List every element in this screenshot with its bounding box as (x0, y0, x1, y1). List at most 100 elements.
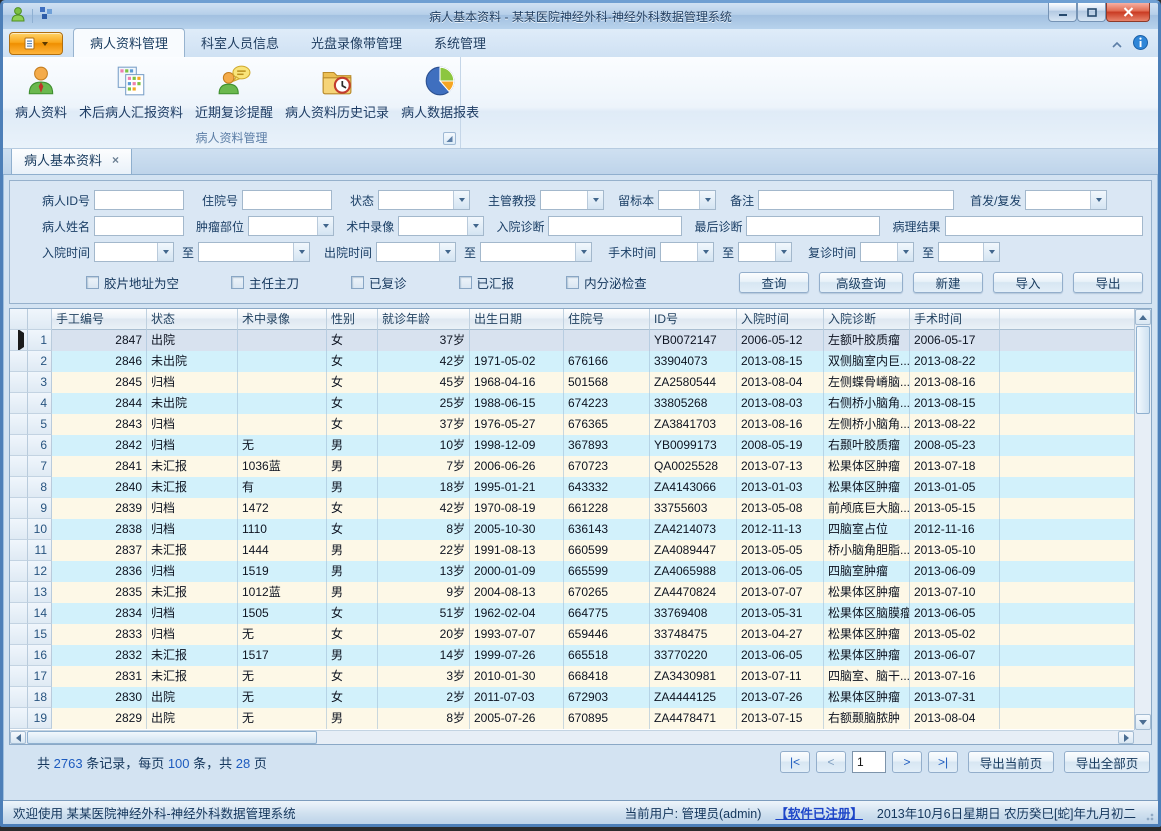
tab-department-staff[interactable]: 科室人员信息 (185, 29, 295, 57)
column-header[interactable]: 出生日期 (470, 309, 564, 330)
table-row[interactable]: 132835未汇报1012蓝男9岁2004-08-13670265ZA44708… (10, 582, 1134, 603)
followup-time-from-select[interactable] (860, 242, 914, 262)
grid-cell: 2013-08-04 (737, 372, 824, 393)
table-row[interactable]: 152833归档无女20岁1993-07-0765944633748475201… (10, 624, 1134, 645)
grid-cell: 2006-06-26 (470, 456, 564, 477)
admission-time-from-select[interactable] (94, 242, 174, 262)
checkbox-chief-surgeon[interactable]: 主任主刀 (231, 273, 299, 292)
final-dx-input[interactable] (746, 216, 880, 236)
close-button[interactable] (1106, 3, 1150, 22)
current-page-input[interactable] (852, 751, 886, 773)
column-header[interactable]: 入院诊断 (824, 309, 910, 330)
status-select[interactable] (378, 190, 470, 210)
tab-system-management[interactable]: 系统管理 (418, 29, 502, 57)
resize-grip[interactable] (1144, 811, 1154, 821)
next-page-button[interactable]: > (892, 751, 922, 773)
tab-disc-video-management[interactable]: 光盘录像带管理 (295, 29, 418, 57)
new-button[interactable]: 新建 (913, 272, 983, 293)
table-row[interactable]: 82840未汇报有男18岁1995-01-21643332ZA414306620… (10, 477, 1134, 498)
checkbox-endocrine-exam[interactable]: 内分泌检查 (566, 273, 647, 292)
table-row[interactable]: 162832未汇报1517男14岁1999-07-266655183377022… (10, 645, 1134, 666)
table-row[interactable]: 182830出院无女2岁2011-07-03672903ZA4444125201… (10, 687, 1134, 708)
grid-cell: 2010-01-30 (470, 666, 564, 687)
scroll-up-icon[interactable] (1135, 309, 1151, 325)
advanced-query-button[interactable]: 高级查询 (819, 272, 903, 293)
checkbox-followed-up[interactable]: 已复诊 (351, 273, 407, 292)
table-row[interactable]: 22846未出院女42岁1971-05-02676166339040732013… (10, 351, 1134, 372)
tab-patient-data-management[interactable]: 病人资料管理 (73, 28, 185, 57)
table-row[interactable]: 172831未汇报无女3岁2010-01-30668418ZA343098120… (10, 666, 1134, 687)
recent-followup-reminder-button[interactable]: 近期复诊提醒 (189, 61, 279, 123)
table-row[interactable]: 192829出院无男8岁2005-07-26670895ZA4478471201… (10, 708, 1134, 729)
patient-data-button[interactable]: 病人资料 (9, 61, 73, 123)
table-row[interactable]: 142834归档1505女51岁1962-02-0466477533769408… (10, 603, 1134, 624)
column-header[interactable]: 手术时间 (910, 309, 1000, 330)
registered-link[interactable]: 【软件已注册】 (775, 803, 863, 822)
postop-report-data-button[interactable]: 术后病人汇报资料 (73, 61, 189, 123)
column-header[interactable]: 术中录像 (238, 309, 327, 330)
column-header[interactable]: 入院时间 (737, 309, 824, 330)
horizontal-scrollbar[interactable] (10, 730, 1134, 744)
pathology-input[interactable] (945, 216, 1143, 236)
grid-cell: 51岁 (378, 603, 470, 624)
maximize-button[interactable] (1077, 3, 1106, 22)
remark-input[interactable] (758, 190, 954, 210)
column-header[interactable]: 性别 (327, 309, 378, 330)
prev-page-button[interactable]: < (816, 751, 846, 773)
scroll-down-icon[interactable] (1135, 714, 1151, 730)
discharge-time-to-select[interactable] (480, 242, 592, 262)
table-row[interactable]: 12847出院女37岁YB00721472006-05-12左额叶胶质瘤2006… (10, 330, 1134, 351)
tab-patient-basic-info[interactable]: 病人基本资料 × (11, 145, 132, 174)
scroll-right-icon[interactable] (1118, 731, 1134, 744)
export-current-page-button[interactable]: 导出当前页 (968, 751, 1054, 773)
professor-select[interactable] (540, 190, 604, 210)
query-button[interactable]: 查询 (739, 272, 809, 293)
checkbox-film-address-empty[interactable]: 胶片地址为空 (86, 273, 179, 292)
table-row[interactable]: 32845归档女45岁1968-04-16501568ZA25805442013… (10, 372, 1134, 393)
column-header[interactable]: 住院号 (564, 309, 650, 330)
checkbox-reported[interactable]: 已汇报 (459, 273, 515, 292)
tumor-site-select[interactable] (248, 216, 334, 236)
info-icon[interactable] (1133, 35, 1148, 55)
application-menu-button[interactable] (9, 32, 63, 55)
first-page-button[interactable]: |< (780, 751, 810, 773)
tab-close-icon[interactable]: × (112, 153, 119, 167)
export-button[interactable]: 导出 (1073, 272, 1143, 293)
table-row[interactable]: 102838归档1110女8岁2005-10-30636143ZA4214073… (10, 519, 1134, 540)
intraop-video-select[interactable] (398, 216, 484, 236)
inpatient-no-input[interactable] (242, 190, 332, 210)
last-page-button[interactable]: >| (928, 751, 958, 773)
table-row[interactable]: 72841未汇报1036蓝男7岁2006-06-26670723QA002552… (10, 456, 1134, 477)
table-row[interactable]: 92839归档1472女42岁1970-08-19661228337556032… (10, 498, 1134, 519)
import-button[interactable]: 导入 (993, 272, 1063, 293)
first-recur-select[interactable] (1025, 190, 1107, 210)
ribbon-collapse-icon[interactable] (1111, 36, 1123, 54)
vertical-scrollbar[interactable] (1134, 309, 1151, 730)
column-header[interactable]: 手工编号 (52, 309, 147, 330)
patient-data-history-button[interactable]: 病人资料历史记录 (279, 61, 395, 123)
dialog-launcher-icon[interactable]: ◢ (443, 132, 456, 145)
followup-time-to-select[interactable] (938, 242, 1000, 262)
table-row[interactable]: 52843归档女37岁1976-05-27676365ZA38417032013… (10, 414, 1134, 435)
minimize-button[interactable] (1048, 3, 1077, 22)
discharge-time-from-select[interactable] (376, 242, 456, 262)
admission-dx-input[interactable] (548, 216, 682, 236)
hscroll-thumb[interactable] (27, 731, 317, 744)
surgery-time-from-select[interactable] (660, 242, 714, 262)
patient-name-input[interactable] (94, 216, 184, 236)
column-header[interactable]: ID号 (650, 309, 737, 330)
table-row[interactable]: 42844未出院女25岁1988-06-15674223338052682013… (10, 393, 1134, 414)
surgery-time-to-select[interactable] (738, 242, 792, 262)
scroll-left-icon[interactable] (10, 731, 26, 744)
specimen-select[interactable] (658, 190, 716, 210)
patient-data-report-button[interactable]: 病人数据报表 (395, 61, 485, 123)
column-header[interactable]: 状态 (147, 309, 238, 330)
table-row[interactable]: 122836归档1519男13岁2000-01-09665599ZA406598… (10, 561, 1134, 582)
column-header[interactable]: 就诊年龄 (378, 309, 470, 330)
vscroll-thumb[interactable] (1136, 326, 1150, 414)
admission-time-to-select[interactable] (198, 242, 310, 262)
table-row[interactable]: 112837未汇报1444男22岁1991-08-13660599ZA40894… (10, 540, 1134, 561)
table-row[interactable]: 62842归档无男10岁1998-12-09367893YB0099173200… (10, 435, 1134, 456)
export-all-pages-button[interactable]: 导出全部页 (1064, 751, 1150, 773)
patient-id-input[interactable] (94, 190, 184, 210)
